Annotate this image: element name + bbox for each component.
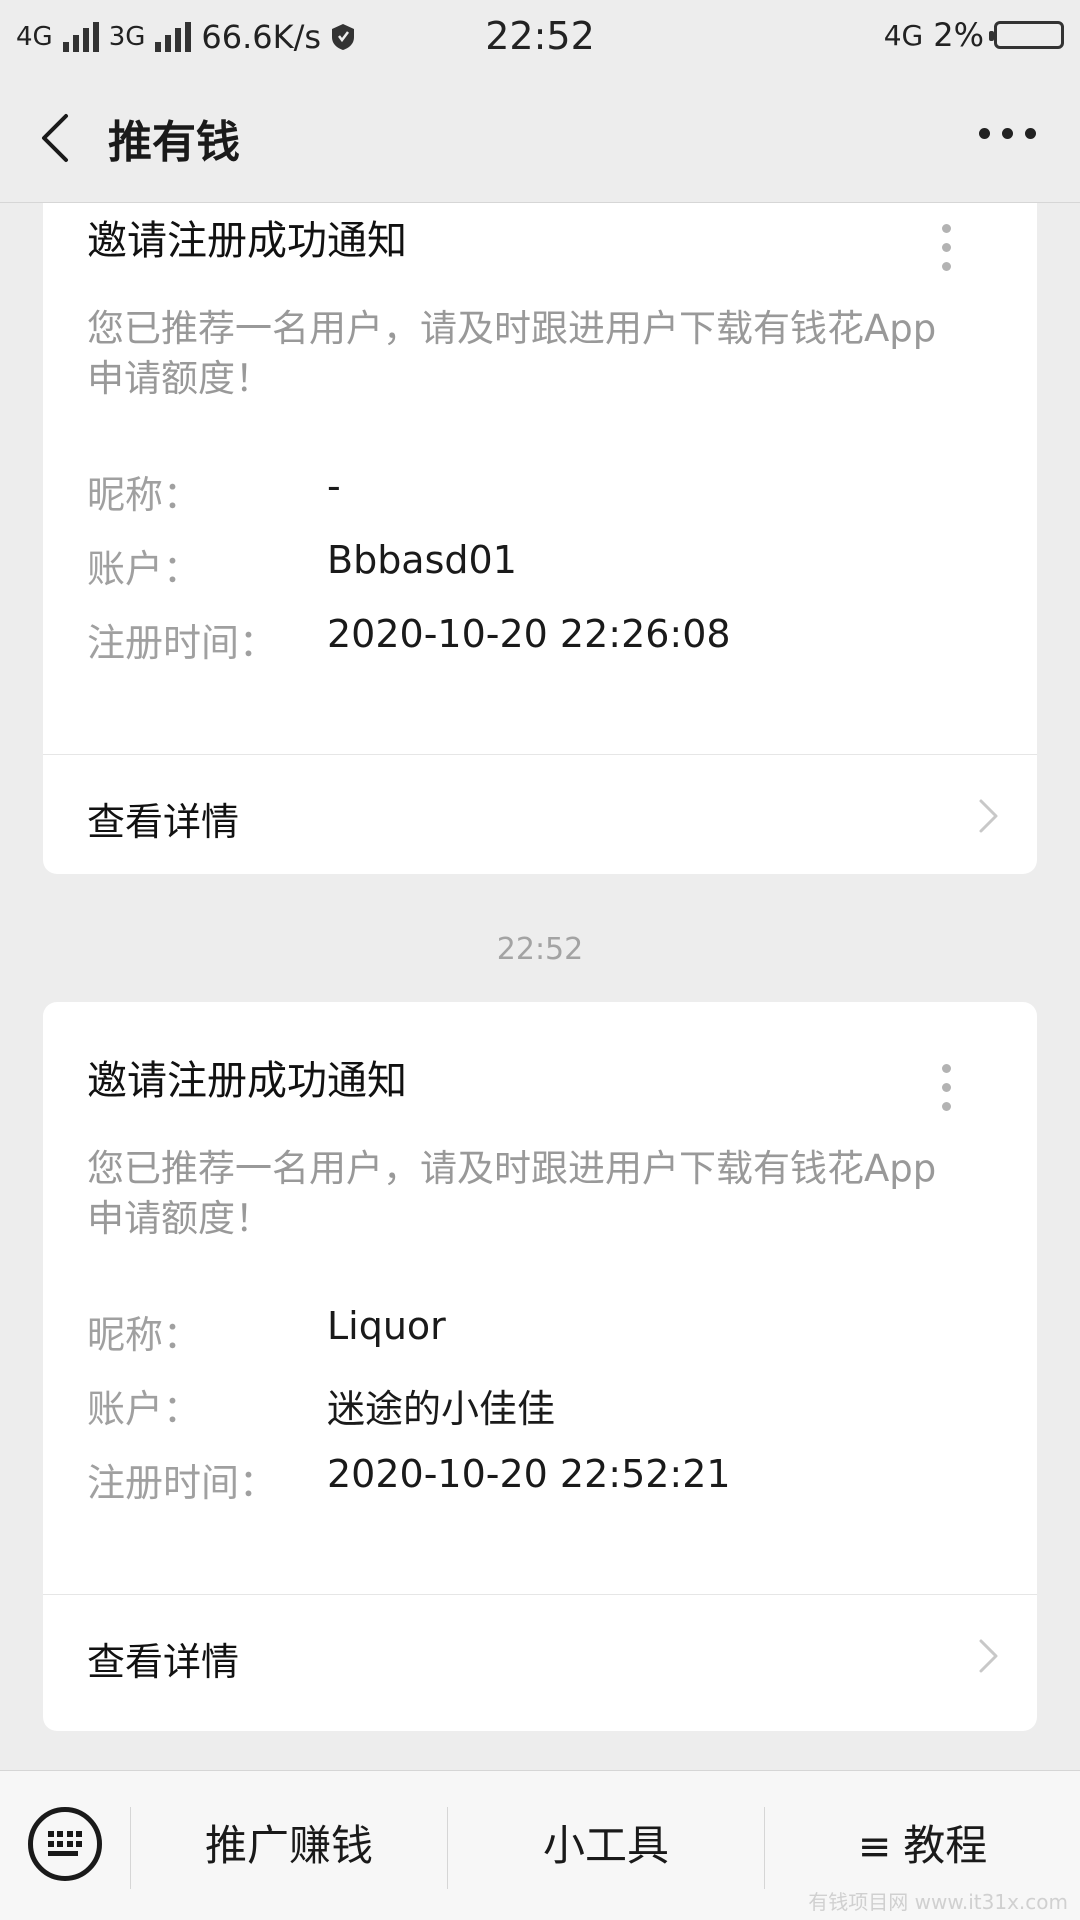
field-value: 2020-10-20 22:26:08 bbox=[327, 612, 731, 656]
field-label: 账户： bbox=[87, 1387, 202, 1431]
page-title: 推有钱 bbox=[108, 117, 240, 168]
field-label: 注册时间： bbox=[87, 1461, 278, 1505]
chevron-right-icon bbox=[979, 799, 998, 833]
chevron-right-icon bbox=[979, 1639, 998, 1673]
menu-item-tools[interactable]: 小工具 bbox=[448, 1811, 764, 1881]
watermark: 有钱项目网 www.it31x.com bbox=[808, 1890, 1068, 1914]
network-type-right: 4G bbox=[883, 18, 924, 52]
field-value: 2020-10-20 22:52:21 bbox=[327, 1452, 731, 1496]
notification-card[interactable]: 邀请注册成功通知 您已推荐一名用户，请及时跟进用户下载有钱花App申请额度！ 昵… bbox=[43, 202, 1037, 874]
menu-list-icon: ≡ bbox=[857, 1824, 892, 1870]
view-details-label: 查看详情 bbox=[87, 1640, 240, 1684]
keyboard-icon[interactable] bbox=[28, 1807, 102, 1881]
card-description: 您已推荐一名用户，请及时跟进用户下载有钱花App申请额度！ bbox=[87, 307, 937, 400]
field-value: Liquor bbox=[327, 1304, 446, 1348]
field-label: 注册时间： bbox=[87, 621, 278, 665]
field-value: 迷途的小佳佳 bbox=[327, 1387, 556, 1431]
battery-percent: 2% bbox=[933, 16, 984, 54]
card-title: 邀请注册成功通知 bbox=[87, 218, 407, 264]
view-details-label: 查看详情 bbox=[87, 800, 240, 844]
card-more-icon[interactable] bbox=[942, 224, 951, 271]
notification-card[interactable]: 邀请注册成功通知 您已推荐一名用户，请及时跟进用户下载有钱花App申请额度！ 昵… bbox=[43, 1002, 1037, 1731]
status-right: 4G 2% bbox=[884, 16, 1064, 54]
back-arrow-icon[interactable] bbox=[36, 112, 76, 164]
wechat-official-account-screen: 4G 3G 66.6K/s 22:52 4G 2% 推有钱 邀请注册成功通知 您… bbox=[0, 0, 1080, 1920]
status-bar: 4G 3G 66.6K/s 22:52 4G 2% bbox=[0, 0, 1080, 76]
chat-header: 推有钱 bbox=[0, 76, 1080, 203]
more-options-icon[interactable] bbox=[979, 128, 1036, 139]
field-value: Bbbasd01 bbox=[327, 538, 517, 582]
view-details-link[interactable]: 查看详情 bbox=[43, 755, 1037, 875]
field-label: 昵称： bbox=[87, 473, 202, 517]
menu-item-promote-earn[interactable]: 推广赚钱 bbox=[131, 1811, 447, 1881]
menu-item-label: 教程 bbox=[903, 1821, 988, 1870]
card-more-icon[interactable] bbox=[942, 1064, 951, 1111]
field-value: - bbox=[327, 464, 341, 508]
message-timestamp: 22:52 bbox=[496, 932, 584, 967]
field-label: 昵称： bbox=[87, 1313, 202, 1357]
battery-icon bbox=[989, 21, 1064, 49]
menu-item-tutorial[interactable]: ≡ 教程 bbox=[765, 1811, 1080, 1881]
card-description: 您已推荐一名用户，请及时跟进用户下载有钱花App申请额度！ bbox=[87, 1147, 937, 1240]
message-feed[interactable]: 邀请注册成功通知 您已推荐一名用户，请及时跟进用户下载有钱花App申请额度！ 昵… bbox=[0, 202, 1080, 1770]
field-label: 账户： bbox=[87, 547, 202, 591]
view-details-link[interactable]: 查看详情 bbox=[43, 1595, 1037, 1715]
bottom-menu-bar: 推广赚钱 小工具 ≡ 教程 有钱项目网 www.it31x.com bbox=[0, 1770, 1080, 1920]
card-title: 邀请注册成功通知 bbox=[87, 1058, 407, 1104]
